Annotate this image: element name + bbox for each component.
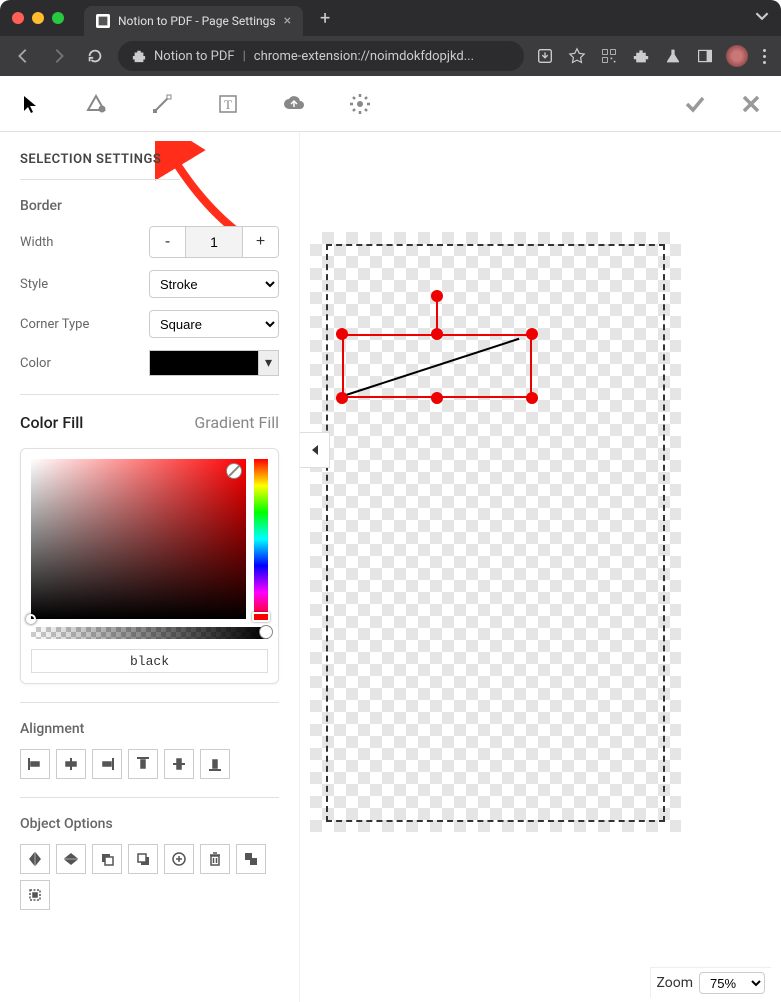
settings-tool-button[interactable] [342, 86, 378, 122]
qr-icon[interactable] [598, 45, 620, 67]
hue-slider[interactable] [254, 459, 268, 619]
line-tool-button[interactable] [144, 86, 180, 122]
tab-title: Notion to PDF - Page Settings [118, 14, 276, 28]
bring-front-button[interactable] [92, 844, 122, 874]
align-h-center-button[interactable] [56, 749, 86, 779]
labs-icon[interactable] [662, 45, 684, 67]
app-area: T SELECTION SETTINGS Border Width - + [0, 76, 781, 1002]
maximize-window-icon[interactable] [52, 12, 64, 24]
width-decrement-button[interactable]: - [150, 227, 185, 257]
tab-bar: Notion to PDF - Page Settings × + [0, 0, 781, 36]
selected-shape[interactable] [342, 334, 532, 398]
width-increment-button[interactable]: + [243, 227, 278, 257]
window-controls [12, 12, 64, 24]
hue-handle[interactable] [252, 612, 270, 622]
width-input[interactable] [185, 227, 243, 257]
br-handle[interactable] [526, 392, 538, 404]
align-v-center-button[interactable] [164, 749, 194, 779]
settings-sidebar: SELECTION SETTINGS Border Width - + Styl… [0, 132, 300, 1002]
border-section-label: Border [20, 198, 279, 214]
canvas-area[interactable]: Zoom 75% [300, 132, 781, 1002]
shape-tool-button[interactable] [78, 86, 114, 122]
color-fill-tab[interactable]: Color Fill [20, 413, 83, 432]
style-label: Style [20, 277, 48, 292]
close-window-icon[interactable] [12, 12, 24, 24]
page-outline [326, 244, 665, 822]
corner-label: Corner Type [20, 317, 89, 332]
address-bar: Notion to PDF | chrome-extension://noimd… [0, 36, 781, 76]
width-stepper: - + [149, 226, 279, 258]
width-label: Width [20, 235, 53, 250]
cancel-button[interactable] [733, 86, 769, 122]
panel-title: SELECTION SETTINGS [20, 152, 180, 180]
align-bottom-button[interactable] [200, 749, 230, 779]
flip-vertical-button[interactable] [56, 844, 86, 874]
alignment-buttons [20, 749, 279, 779]
minimize-window-icon[interactable] [32, 12, 44, 24]
alignment-section-label: Alignment [20, 721, 279, 737]
color-picker: black [20, 448, 279, 684]
tr-handle[interactable] [526, 328, 538, 340]
color-name-display[interactable]: black [31, 649, 268, 673]
zoom-label: Zoom [657, 975, 694, 991]
browser-menu-icon[interactable] [758, 49, 771, 64]
saturation-area[interactable] [31, 459, 246, 619]
alpha-slider[interactable] [31, 627, 268, 639]
flip-horizontal-button[interactable] [20, 844, 50, 874]
no-color-icon[interactable] [226, 463, 242, 479]
workspace: SELECTION SETTINGS Border Width - + Styl… [0, 132, 781, 1002]
alpha-handle[interactable] [259, 625, 273, 639]
close-tab-icon[interactable]: × [284, 13, 291, 29]
extension-icon [132, 49, 146, 63]
svg-text:T: T [224, 97, 232, 112]
url-field[interactable]: Notion to PDF | chrome-extension://noimd… [118, 41, 524, 71]
swatch-dropdown-icon[interactable]: ▾ [258, 351, 278, 375]
url-prefix: Notion to PDF [154, 49, 235, 64]
tl-handle[interactable] [336, 328, 348, 340]
url-text: chrome-extension://noimdokfdopjkd... [254, 49, 474, 64]
crop-button[interactable] [236, 844, 266, 874]
tab-favicon-icon [96, 14, 110, 28]
corner-select[interactable]: Square [149, 310, 279, 338]
browser-chrome: Notion to PDF - Page Settings × + Notion… [0, 0, 781, 76]
zoom-select[interactable]: 75% [699, 972, 765, 994]
new-tab-button[interactable]: + [313, 6, 337, 30]
saturation-handle[interactable] [26, 614, 36, 624]
browser-tab[interactable]: Notion to PDF - Page Settings × [84, 6, 303, 36]
align-top-button[interactable] [128, 749, 158, 779]
tm-handle[interactable] [431, 328, 443, 340]
tabs-overflow-icon[interactable] [755, 9, 769, 27]
duplicate-button[interactable] [164, 844, 194, 874]
extensions-icon[interactable] [630, 45, 652, 67]
panel-icon[interactable] [694, 45, 716, 67]
delete-button[interactable] [200, 844, 230, 874]
select-tool-button[interactable] [12, 86, 48, 122]
align-left-button[interactable] [20, 749, 50, 779]
sidebar-collapse-button[interactable] [300, 432, 330, 468]
upload-tool-button[interactable] [276, 86, 312, 122]
border-color-swatch[interactable]: ▾ [149, 350, 279, 376]
zoom-control: Zoom 75% [650, 967, 772, 998]
forward-button[interactable] [46, 43, 72, 69]
bookmark-icon[interactable] [566, 45, 588, 67]
send-back-button[interactable] [128, 844, 158, 874]
profile-avatar[interactable] [726, 45, 748, 67]
install-icon[interactable] [534, 45, 556, 67]
gradient-fill-tab[interactable]: Gradient Fill [194, 413, 279, 432]
back-button[interactable] [10, 43, 36, 69]
object-options-label: Object Options [20, 816, 279, 832]
select-all-button[interactable] [20, 880, 50, 910]
bl-handle[interactable] [336, 392, 348, 404]
align-right-button[interactable] [92, 749, 122, 779]
swatch-preview [150, 351, 258, 375]
border-color-label: Color [20, 356, 51, 371]
style-select[interactable]: Stroke [149, 270, 279, 298]
bm-handle[interactable] [431, 392, 443, 404]
text-tool-button[interactable]: T [210, 86, 246, 122]
app-toolbar: T [0, 76, 781, 132]
reload-button[interactable] [82, 43, 108, 69]
object-option-buttons [20, 844, 279, 910]
confirm-button[interactable] [677, 86, 713, 122]
